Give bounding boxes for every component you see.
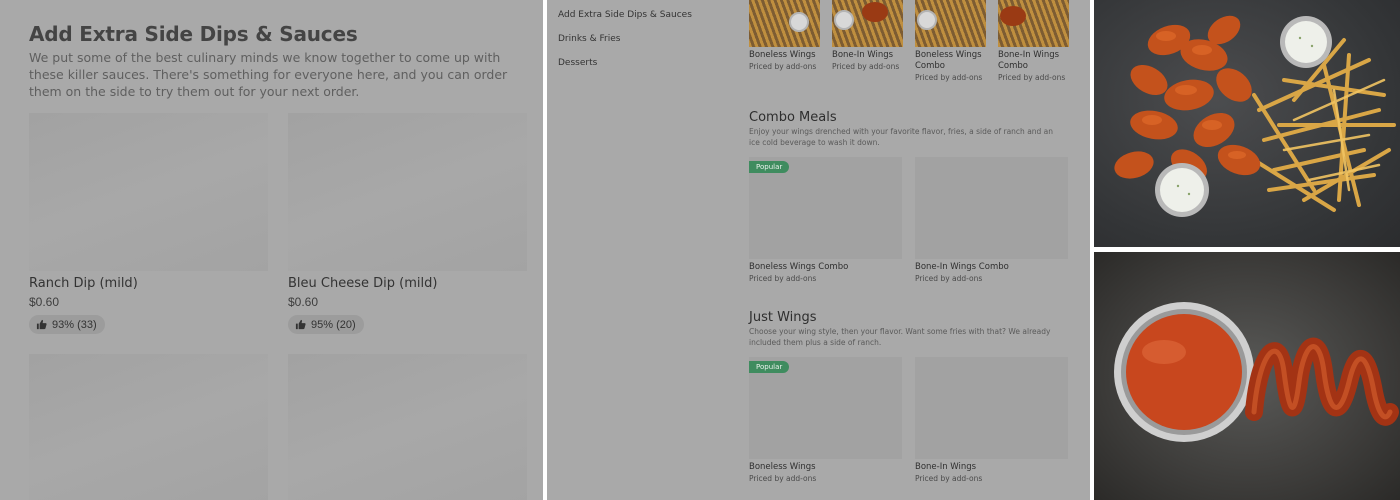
item-name: Bone-In Wings Combo [915, 262, 1009, 272]
category-nav-desserts[interactable]: Desserts [558, 58, 597, 68]
wings-and-fries-photo [1094, 0, 1400, 247]
item-price: $0.60 [288, 295, 319, 309]
rating-badge: 93% (33) [29, 315, 105, 334]
item-price-note: Priced by add-ons [749, 62, 817, 71]
section-title: Just Wings [749, 310, 817, 325]
item-price-note: Priced by add-ons [915, 474, 983, 483]
menu-item-card[interactable]: Boneless Wings Combo Priced by add-ons [915, 0, 986, 82]
item-image-placeholder[interactable] [915, 157, 1068, 259]
menu-panel: Add Extra Side Dips & Sauces Drinks & Fr… [547, 0, 1090, 500]
menu-item-card[interactable]: Bone-In Wings Combo Priced by add-ons [998, 0, 1069, 82]
item-image[interactable] [915, 0, 986, 47]
item-name: Bleu Cheese Dip (mild) [288, 276, 438, 291]
item-image[interactable] [998, 0, 1069, 47]
item-name: Bone-In Wings Combo [998, 50, 1060, 71]
item-image[interactable] [749, 0, 820, 47]
item-price-note: Priced by add-ons [749, 274, 817, 283]
thumbs-up-icon [295, 319, 306, 330]
section-description: Enjoy your wings drenched with your favo… [749, 127, 1054, 147]
item-image-placeholder[interactable]: Popular [749, 157, 902, 259]
item-price-note: Priced by add-ons [749, 474, 817, 483]
item-name: Boneless Wings [749, 50, 816, 60]
section-description: Choose your wing style, then your flavor… [749, 327, 1051, 347]
item-name: Ranch Dip (mild) [29, 276, 138, 291]
item-name: Boneless Wings Combo [749, 262, 849, 272]
rating-text: 95% (20) [311, 318, 356, 331]
menu-item-card[interactable]: Ranch Dip (mild) $0.60 93% (33) [29, 113, 268, 335]
section-title: Add Extra Side Dips & Sauces [29, 22, 358, 46]
menu-item-card[interactable]: Bone-In Wings Priced by add-ons [915, 357, 1068, 483]
item-name: Boneless Wings Combo [915, 50, 982, 71]
rating-badge: 95% (20) [288, 315, 364, 334]
item-image-placeholder[interactable] [288, 113, 527, 271]
item-image-placeholder[interactable] [915, 357, 1068, 459]
menu-item-card[interactable]: Bone-In Wings Priced by add-ons [832, 0, 903, 71]
item-price: $0.60 [29, 295, 60, 309]
popular-badge: Popular [749, 161, 790, 173]
item-image-placeholder[interactable] [29, 354, 268, 500]
section-description: We put some of the best culinary minds w… [29, 50, 508, 99]
item-price-note: Priced by add-ons [915, 274, 983, 283]
dips-section-panel: Add Extra Side Dips & Sauces We put some… [0, 0, 543, 500]
menu-item-card[interactable]: Bone-In Wings Combo Priced by add-ons [915, 157, 1068, 283]
item-image[interactable] [832, 0, 903, 47]
wings-illustration [1114, 15, 1396, 217]
rating-text: 93% (33) [52, 318, 97, 331]
sauce-illustration [1114, 302, 1399, 442]
section-title: Combo Meals [749, 110, 837, 125]
item-price-note: Priced by add-ons [915, 73, 983, 82]
menu-item-card[interactable]: Popular Boneless Wings Priced by add-ons [749, 357, 902, 483]
item-price-note: Priced by add-ons [998, 73, 1066, 82]
category-nav-dips[interactable]: Add Extra Side Dips & Sauces [558, 10, 692, 20]
item-name: Bone-In Wings [832, 50, 894, 60]
item-image-placeholder[interactable] [29, 113, 268, 271]
menu-item-card[interactable]: Popular Boneless Wings Combo Priced by a… [749, 157, 902, 283]
sauce-bowl-photo [1094, 252, 1400, 500]
menu-item-card[interactable] [29, 354, 268, 500]
item-image-placeholder[interactable] [288, 354, 527, 500]
thumbs-up-icon [36, 319, 47, 330]
menu-item-card[interactable] [288, 354, 527, 500]
category-nav-drinks-fries[interactable]: Drinks & Fries [558, 34, 620, 44]
menu-item-card[interactable]: Bleu Cheese Dip (mild) $0.60 95% (20) [288, 113, 527, 335]
item-name: Bone-In Wings [915, 462, 977, 472]
menu-item-card[interactable]: Boneless Wings Priced by add-ons [749, 0, 820, 71]
item-name: Boneless Wings [749, 462, 816, 472]
item-price-note: Priced by add-ons [832, 62, 900, 71]
item-image-placeholder[interactable]: Popular [749, 357, 902, 459]
popular-badge: Popular [749, 361, 790, 373]
